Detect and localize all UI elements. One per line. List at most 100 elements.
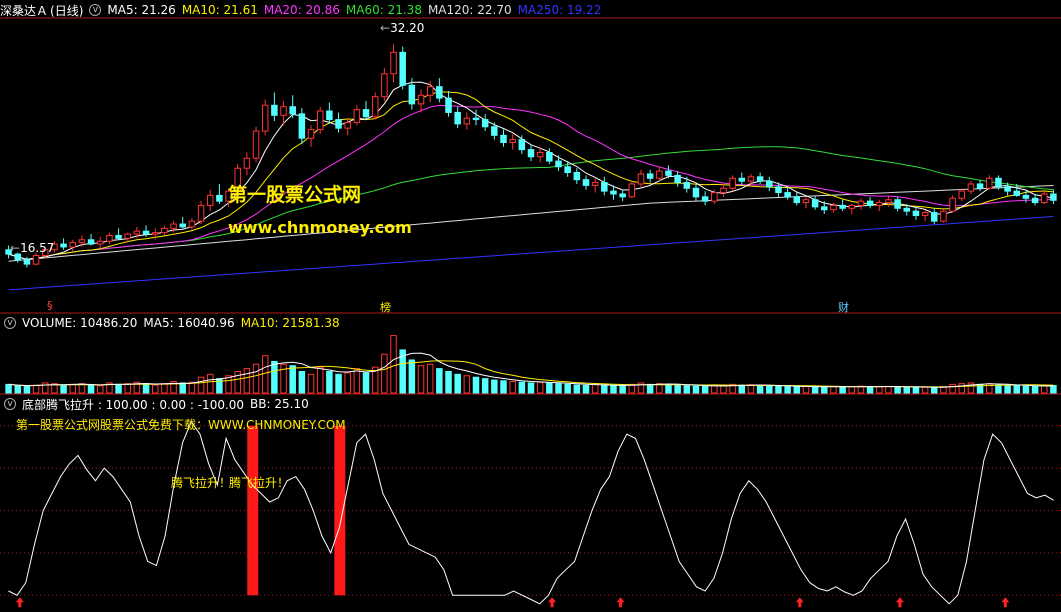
volume-bar: [298, 370, 306, 394]
volume-bar: [509, 381, 516, 394]
ma-label-3: MA60: 21.38: [345, 3, 422, 17]
candle: [940, 210, 947, 222]
candle: [197, 204, 205, 222]
bottom-signal-arrow: [616, 597, 625, 608]
candle: [738, 177, 746, 182]
candle: [454, 111, 461, 125]
volume-bar: [949, 383, 956, 394]
volume-bar: [995, 384, 1002, 394]
volume-bar: [555, 383, 562, 394]
volume-bar: [912, 386, 920, 394]
ma-label-4: MA120: 22.70: [427, 3, 512, 17]
period-label: (日线): [50, 3, 84, 18]
volume-bar: [802, 386, 810, 394]
ma-label-0: MA5: 21.26: [107, 3, 176, 17]
volume-bar: [766, 385, 773, 394]
candle: [656, 170, 663, 179]
volume-bar: [546, 382, 553, 394]
candle: [23, 259, 31, 265]
candle: [646, 173, 654, 179]
volume-bar: [417, 365, 425, 394]
candle: [976, 183, 984, 189]
volume-bar: [601, 384, 608, 394]
candle: [1031, 197, 1039, 204]
candle: [692, 187, 700, 198]
volume-bar: [307, 373, 315, 394]
bottom-signal-arrow: [895, 597, 904, 608]
volume-bar: [500, 380, 507, 394]
candle: [500, 134, 507, 143]
ma-list: MA5: 21.26 MA10: 21.61 MA20: 20.86 MA60: 21…: [107, 3, 607, 17]
candle: [491, 126, 498, 136]
candle: [344, 121, 351, 129]
candle: [967, 183, 975, 192]
high-price-label: ←32.20: [380, 21, 425, 35]
candle: [866, 200, 874, 206]
volume-bar: [921, 386, 929, 394]
candle: [536, 151, 544, 158]
candle: [518, 139, 526, 151]
volume-bar: [408, 359, 416, 394]
chart-canvas: [0, 17, 1061, 608]
watermark-url: www.chnmoney.com: [228, 218, 412, 237]
volume-bar: [252, 363, 260, 394]
candle: [903, 207, 911, 212]
candle: [802, 199, 810, 204]
volume-bar: [619, 385, 626, 394]
candle: [958, 190, 966, 199]
candle: [1013, 190, 1021, 196]
volume-bar: [894, 386, 901, 394]
candle: [747, 176, 755, 182]
volume-bar: [390, 335, 397, 394]
volume-bar: [243, 368, 251, 394]
candle: [60, 243, 67, 248]
candle: [711, 192, 718, 202]
volume-bar: [60, 385, 67, 394]
indicator-bb: BB: 25.10: [250, 397, 309, 411]
volume-bar: [793, 386, 801, 394]
candle: [1041, 193, 1048, 204]
vol-ma5-line: [8, 352, 1054, 388]
volume-bar: [206, 373, 214, 394]
volume-bar: [683, 385, 691, 394]
candle: [472, 117, 480, 121]
indicator-gear-icon[interactable]: v: [4, 398, 16, 410]
candle: [555, 160, 562, 168]
bottom-signal-arrow: [1001, 597, 1010, 608]
candle: [1022, 194, 1030, 199]
settings-gear-icon[interactable]: v: [89, 4, 102, 16]
ad-text: 第一股票公式网股票公式免费下载：WWW.CHNMONEY.COM: [16, 418, 346, 432]
volume-bar: [197, 376, 205, 394]
volume-bar: [876, 386, 883, 394]
volume-header: v VOLUME: 10486.20 MA5: 16040.96 MA10: 2…: [0, 314, 346, 332]
candle: [399, 51, 406, 86]
volume-bar: [674, 384, 681, 394]
candle: [766, 180, 773, 188]
volume-bar: [69, 383, 76, 394]
candle: [106, 234, 113, 242]
ma-label-2: MA20: 20.86: [263, 3, 340, 17]
event-marker-1[interactable]: §: [47, 299, 53, 312]
volume-bar: [775, 385, 782, 394]
volume-bar: [610, 385, 617, 394]
stock-chart-window: 深桑达Ａ (日线) v MA5: 21.26 MA10: 21.61 MA20: 2…: [0, 0, 1061, 612]
rally-signal-bar: [247, 425, 259, 596]
event-marker-3[interactable]: 财: [838, 299, 849, 315]
candle: [885, 199, 892, 204]
volume-gear-icon[interactable]: v: [4, 317, 16, 329]
candle: [161, 227, 168, 234]
volume-bar: [692, 385, 700, 394]
ma-label-5: MA250: 19.22: [517, 3, 602, 17]
candle: [720, 187, 727, 194]
volume-bar: [830, 386, 837, 394]
candle: [921, 212, 929, 216]
volume-bar: [903, 386, 911, 394]
volume-bar: [472, 376, 480, 394]
volume-bar: [536, 381, 544, 394]
volume-bar: [527, 382, 535, 394]
event-marker-2[interactable]: 榜: [380, 299, 391, 315]
candle: [271, 104, 278, 116]
volume-bar: [463, 375, 471, 394]
volume-bar: [747, 384, 755, 394]
candle: [445, 97, 452, 113]
